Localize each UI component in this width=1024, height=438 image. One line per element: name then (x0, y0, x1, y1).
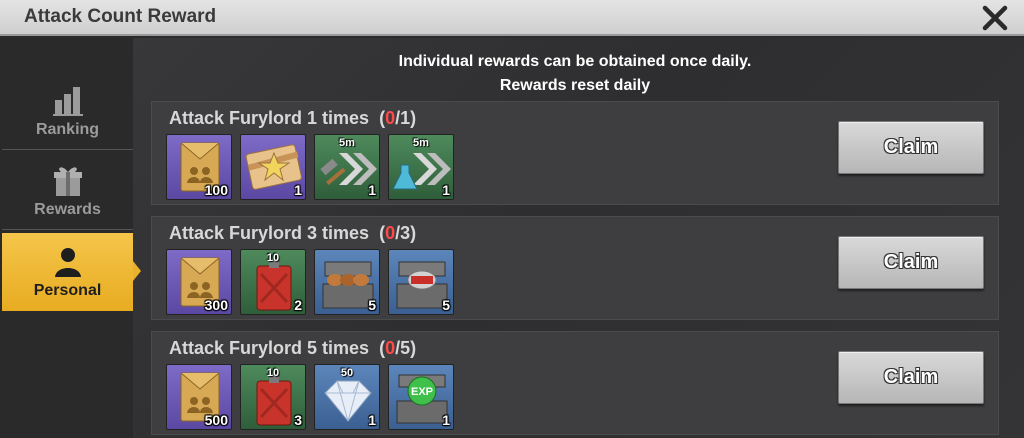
tab-ranking-label: Ranking (35, 121, 100, 138)
item-tag: 50 (340, 367, 354, 379)
progress: (0/3) (379, 223, 416, 243)
item-qty: 300 (204, 297, 228, 313)
claim-button[interactable]: Claim (838, 236, 984, 289)
item-tag: 5m (339, 137, 355, 149)
sidebar: Ranking Rewards Personal (0, 38, 141, 438)
reward-item[interactable]: 10 3 (240, 364, 306, 430)
progress-total: /1) (395, 108, 417, 128)
svg-text:EXP: EXP (411, 386, 433, 398)
row-title-text: Attack Furylord 1 times (169, 108, 370, 128)
item-qty: 1 (442, 182, 450, 198)
row-title: Attack Furylord 3 times (0/3) (169, 223, 416, 244)
reward-item[interactable]: 50 1 (314, 364, 380, 430)
ranking-bars-icon (52, 87, 83, 116)
item-qty: 2 (294, 297, 302, 313)
reward-item[interactable]: 5 (314, 249, 380, 315)
progress-current: 0 (385, 108, 396, 128)
item-qty: 1 (442, 412, 450, 428)
window-title: Attack Count Reward (24, 6, 217, 27)
reward-item[interactable]: 100 (166, 134, 232, 200)
row-title: Attack Furylord 5 times (0/5) (169, 338, 416, 359)
item-qty: 500 (204, 412, 228, 428)
item-tag: 5m (413, 137, 429, 149)
window-header: Attack Count Reward (0, 0, 1024, 36)
person-icon (54, 248, 81, 277)
item-qty: 1 (368, 412, 376, 428)
progress-current: 0 (385, 223, 396, 243)
item-qty: 100 (204, 182, 228, 198)
row-title-text: Attack Furylord 3 times (169, 223, 370, 243)
reward-item[interactable]: 5 (388, 249, 454, 315)
progress: (0/5) (379, 338, 416, 358)
item-qty: 5 (442, 297, 450, 313)
reward-item[interactable]: 1 (240, 134, 306, 200)
tab-rewards[interactable]: Rewards (2, 152, 133, 230)
item-qty: 1 (368, 182, 376, 198)
progress-total: /5) (395, 338, 417, 358)
row-title-text: Attack Furylord 5 times (169, 338, 370, 358)
item-qty: 3 (294, 412, 302, 428)
tab-rewards-label: Rewards (34, 201, 101, 218)
claim-button[interactable]: Claim (838, 351, 984, 404)
item-tag: 10 (266, 367, 280, 379)
row-title: Attack Furylord 1 times (0/1) (169, 108, 416, 129)
reward-row: Attack Furylord 3 times (0/3) 300 10 2 5… (151, 216, 999, 320)
item-tag: 10 (266, 252, 280, 264)
item-qty: 5 (368, 297, 376, 313)
claim-button[interactable]: Claim (838, 121, 984, 174)
reward-item[interactable]: 10 2 (240, 249, 306, 315)
reward-notice: Individual rewards can be obtained once … (150, 50, 1000, 98)
progress-current: 0 (385, 338, 396, 358)
close-button[interactable] (980, 3, 1010, 33)
progress-total: /3) (395, 223, 417, 243)
progress: (0/1) (379, 108, 416, 128)
reward-row: Attack Furylord 5 times (0/5) 500 10 3 5… (151, 331, 999, 435)
item-qty: 1 (294, 182, 302, 198)
tab-personal[interactable]: Personal (2, 233, 141, 311)
tab-ranking[interactable]: Ranking (2, 72, 133, 150)
reward-row: Attack Furylord 1 times (0/1) 100 1 5m 1… (151, 101, 999, 205)
gift-icon (53, 167, 82, 196)
notice-line-1: Individual rewards can be obtained once … (398, 53, 752, 70)
reward-item[interactable]: 300 (166, 249, 232, 315)
reward-item[interactable]: 5m 1 (388, 134, 454, 200)
reward-item[interactable]: 500 (166, 364, 232, 430)
notice-line-2: Rewards reset daily (499, 77, 651, 94)
reward-item[interactable]: EXP 1 (388, 364, 454, 430)
reward-item[interactable]: 5m 1 (314, 134, 380, 200)
tab-personal-label: Personal (33, 282, 102, 299)
close-icon (982, 5, 1008, 31)
